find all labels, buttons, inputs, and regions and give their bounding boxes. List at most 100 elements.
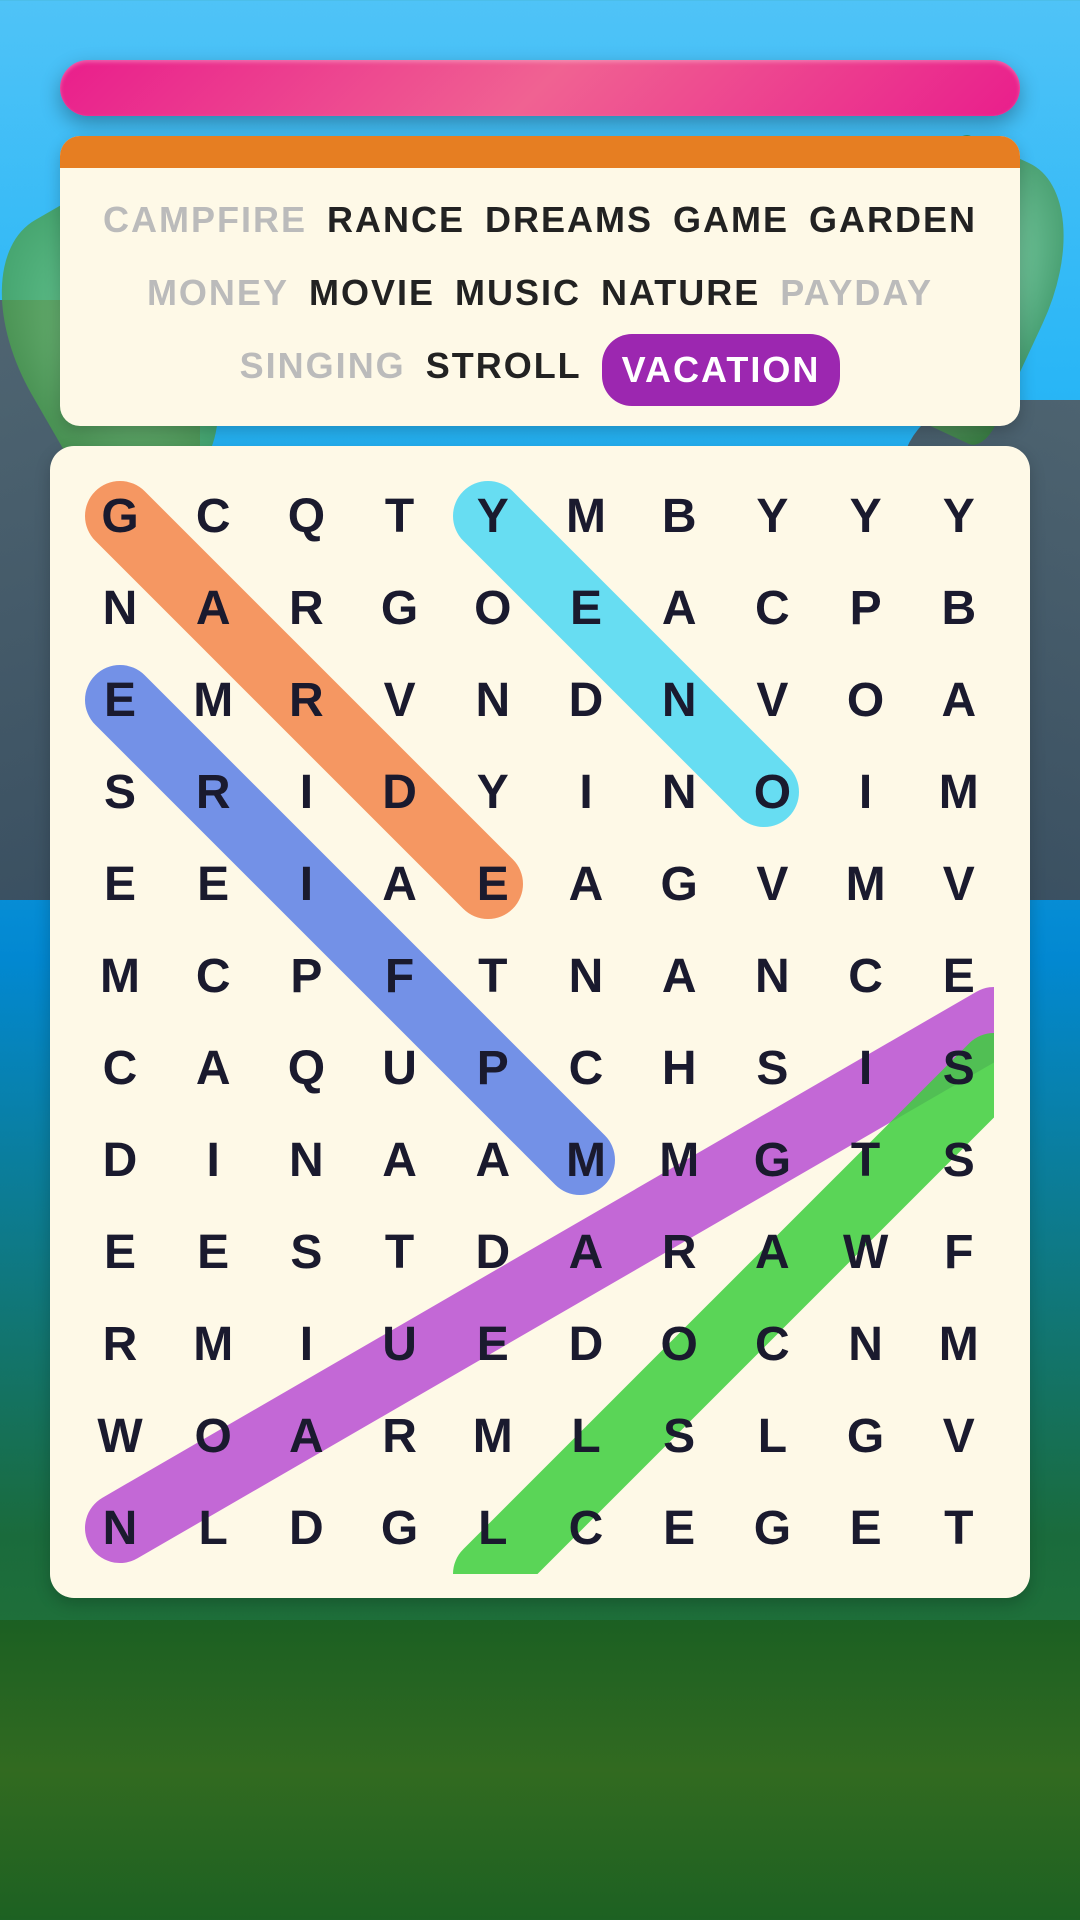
- grid-cell[interactable]: A: [633, 562, 725, 654]
- grid-cell[interactable]: N: [633, 746, 725, 838]
- grid-cell[interactable]: Y: [913, 470, 1005, 562]
- grid-cell[interactable]: A: [913, 654, 1005, 746]
- grid-cell[interactable]: L: [540, 1390, 632, 1482]
- grid-cell[interactable]: S: [74, 746, 166, 838]
- grid-cell[interactable]: P: [820, 562, 912, 654]
- grid-cell[interactable]: W: [820, 1206, 912, 1298]
- grid-cell[interactable]: E: [447, 838, 539, 930]
- grid-cell[interactable]: G: [726, 1482, 818, 1574]
- grid-cell[interactable]: F: [913, 1206, 1005, 1298]
- grid-cell[interactable]: S: [913, 1114, 1005, 1206]
- grid-cell[interactable]: T: [913, 1482, 1005, 1574]
- grid-cell[interactable]: A: [447, 1114, 539, 1206]
- grid-cell[interactable]: Y: [820, 470, 912, 562]
- grid-cell[interactable]: Y: [726, 470, 818, 562]
- grid-cell[interactable]: M: [447, 1390, 539, 1482]
- grid-cell[interactable]: B: [633, 470, 725, 562]
- grid-cell[interactable]: E: [167, 838, 259, 930]
- grid-cell[interactable]: S: [633, 1390, 725, 1482]
- grid-cell[interactable]: C: [167, 930, 259, 1022]
- grid-cell[interactable]: A: [167, 1022, 259, 1114]
- grid-cell[interactable]: R: [260, 562, 352, 654]
- grid-cell[interactable]: M: [913, 746, 1005, 838]
- grid-cell[interactable]: D: [354, 746, 446, 838]
- grid-cell[interactable]: C: [167, 470, 259, 562]
- grid-cell[interactable]: G: [354, 562, 446, 654]
- grid-cell[interactable]: H: [633, 1022, 725, 1114]
- grid-cell[interactable]: C: [74, 1022, 166, 1114]
- grid-cell[interactable]: L: [167, 1482, 259, 1574]
- grid-cell[interactable]: M: [540, 1114, 632, 1206]
- grid-cell[interactable]: M: [167, 1298, 259, 1390]
- grid-cell[interactable]: V: [726, 654, 818, 746]
- grid-cell[interactable]: T: [447, 930, 539, 1022]
- grid-cell[interactable]: M: [820, 838, 912, 930]
- grid-cell[interactable]: C: [726, 1298, 818, 1390]
- grid-cell[interactable]: T: [354, 1206, 446, 1298]
- grid-cell[interactable]: A: [167, 562, 259, 654]
- grid-cell[interactable]: I: [260, 1298, 352, 1390]
- grid-cell[interactable]: U: [354, 1022, 446, 1114]
- grid-cell[interactable]: P: [447, 1022, 539, 1114]
- grid-cell[interactable]: A: [354, 838, 446, 930]
- grid-cell[interactable]: Q: [260, 1022, 352, 1114]
- grid-cell[interactable]: T: [354, 470, 446, 562]
- grid-cell[interactable]: M: [913, 1298, 1005, 1390]
- grid-cell[interactable]: M: [540, 470, 632, 562]
- grid-cell[interactable]: A: [354, 1114, 446, 1206]
- grid-cell[interactable]: L: [726, 1390, 818, 1482]
- grid-cell[interactable]: N: [260, 1114, 352, 1206]
- grid-cell[interactable]: I: [820, 746, 912, 838]
- grid-cell[interactable]: U: [354, 1298, 446, 1390]
- grid-cell[interactable]: E: [913, 930, 1005, 1022]
- grid-cell[interactable]: T: [820, 1114, 912, 1206]
- grid-cell[interactable]: F: [354, 930, 446, 1022]
- grid-cell[interactable]: C: [726, 562, 818, 654]
- grid-cell[interactable]: E: [540, 562, 632, 654]
- grid-cell[interactable]: N: [820, 1298, 912, 1390]
- grid-cell[interactable]: A: [540, 838, 632, 930]
- grid-cell[interactable]: N: [447, 654, 539, 746]
- grid-cell[interactable]: S: [260, 1206, 352, 1298]
- grid-cell[interactable]: A: [260, 1390, 352, 1482]
- grid-cell[interactable]: E: [167, 1206, 259, 1298]
- grid-cell[interactable]: E: [74, 654, 166, 746]
- grid-cell[interactable]: V: [913, 838, 1005, 930]
- grid-cell[interactable]: O: [820, 654, 912, 746]
- grid-cell[interactable]: L: [447, 1482, 539, 1574]
- grid-cell[interactable]: V: [726, 838, 818, 930]
- grid-cell[interactable]: C: [540, 1482, 632, 1574]
- grid-cell[interactable]: G: [633, 838, 725, 930]
- grid-cell[interactable]: Y: [447, 746, 539, 838]
- grid-cell[interactable]: G: [820, 1390, 912, 1482]
- grid-cell[interactable]: M: [633, 1114, 725, 1206]
- grid-cell[interactable]: D: [74, 1114, 166, 1206]
- grid-cell[interactable]: G: [74, 470, 166, 562]
- grid-cell[interactable]: C: [540, 1022, 632, 1114]
- grid-cell[interactable]: C: [820, 930, 912, 1022]
- grid-cell[interactable]: G: [354, 1482, 446, 1574]
- grid-cell[interactable]: V: [354, 654, 446, 746]
- grid-cell[interactable]: P: [260, 930, 352, 1022]
- grid-cell[interactable]: E: [447, 1298, 539, 1390]
- grid-cell[interactable]: I: [260, 746, 352, 838]
- grid-cell[interactable]: Y: [447, 470, 539, 562]
- grid-cell[interactable]: N: [74, 562, 166, 654]
- grid-cell[interactable]: D: [540, 1298, 632, 1390]
- grid-cell[interactable]: M: [74, 930, 166, 1022]
- grid-cell[interactable]: N: [726, 930, 818, 1022]
- grid-cell[interactable]: M: [167, 654, 259, 746]
- grid-cell[interactable]: I: [260, 838, 352, 930]
- grid-cell[interactable]: A: [726, 1206, 818, 1298]
- grid-cell[interactable]: R: [633, 1206, 725, 1298]
- grid-cell[interactable]: D: [540, 654, 632, 746]
- grid-cell[interactable]: E: [820, 1482, 912, 1574]
- grid-cell[interactable]: N: [633, 654, 725, 746]
- grid-cell[interactable]: I: [820, 1022, 912, 1114]
- grid-cell[interactable]: I: [540, 746, 632, 838]
- grid-cell[interactable]: A: [633, 930, 725, 1022]
- grid-cell[interactable]: O: [633, 1298, 725, 1390]
- grid-cell[interactable]: S: [726, 1022, 818, 1114]
- grid-cell[interactable]: R: [74, 1298, 166, 1390]
- grid-cell[interactable]: N: [74, 1482, 166, 1574]
